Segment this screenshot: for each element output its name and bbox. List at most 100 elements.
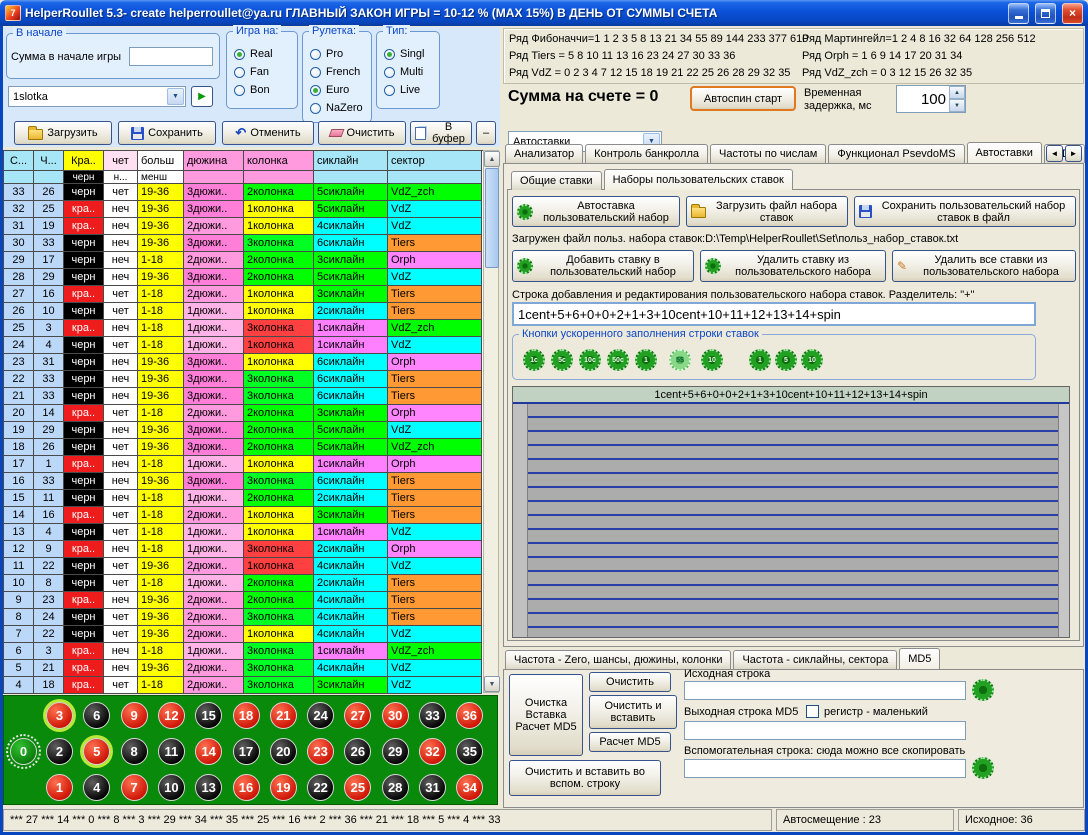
- quick-chip-10[interactable]: 10: [701, 349, 723, 371]
- board-number-17[interactable]: 17: [233, 738, 260, 765]
- radio-singl[interactable]: Singl: [377, 45, 439, 63]
- freqtab-md5[interactable]: MD5: [899, 648, 940, 669]
- delete-bet-button[interactable]: Удалить ставку из пользовательского набо…: [700, 250, 886, 282]
- table-row[interactable]: 521кра..неч19-362дюжи..3колонка4сиклайнV…: [4, 660, 483, 677]
- md5-clear-paste-calc-button[interactable]: Очистка Вставка Расчет MD5: [509, 674, 583, 756]
- bets-list-row[interactable]: [513, 544, 1069, 558]
- spinner-up-button[interactable]: ▲: [949, 86, 965, 99]
- md5-clear-and-paste-button[interactable]: Очистить и вставить: [589, 695, 677, 729]
- helper-copy-chip-button[interactable]: [972, 757, 994, 779]
- board-number-30[interactable]: 30: [382, 702, 409, 729]
- table-row[interactable]: 2233черннеч19-363дюжи..3колонка6сиклайнT…: [4, 371, 483, 388]
- tabs-scroll-right-button[interactable]: ►: [1065, 145, 1082, 162]
- board-number-23[interactable]: 23: [307, 738, 334, 765]
- column-header[interactable]: сиклайн: [314, 151, 388, 171]
- scroll-down-button[interactable]: ▼: [484, 676, 500, 692]
- bets-list-row[interactable]: [513, 432, 1069, 446]
- board-number-2[interactable]: 2: [46, 738, 73, 765]
- bets-list-row[interactable]: [513, 446, 1069, 460]
- quick-chip-5c[interactable]: 5c: [551, 349, 573, 371]
- table-row[interactable]: 1826чернчет19-363дюжи..2колонка5сиклайнV…: [4, 439, 483, 456]
- radio-nazero[interactable]: NaZero: [303, 99, 371, 117]
- minus-button[interactable]: –: [476, 121, 496, 145]
- board-number-28[interactable]: 28: [382, 774, 409, 801]
- quick-chip-1c[interactable]: 1c: [523, 349, 545, 371]
- table-row[interactable]: 1511черннеч1-181дюжи..2колонка2сиклайнTi…: [4, 490, 483, 507]
- bets-list-row[interactable]: [513, 418, 1069, 432]
- bets-list-row[interactable]: [513, 530, 1069, 544]
- table-scrollbar[interactable]: ▲ ▼: [483, 150, 499, 693]
- tab-контроль-банкролла[interactable]: Контроль банкролла: [585, 144, 708, 163]
- table-row[interactable]: 1416кра..чет1-182дюжи..1колонка3сиклайнT…: [4, 507, 483, 524]
- autobet-custom-set-button[interactable]: Автоставка пользовательский набор: [512, 196, 680, 227]
- md5-source-input[interactable]: [684, 681, 966, 700]
- md5-calc-button[interactable]: Расчет MD5: [589, 732, 671, 752]
- table-row[interactable]: 3326чернчет19-363дюжи..2колонка5сиклайнV…: [4, 184, 483, 201]
- quick-chip-10c[interactable]: 10c: [579, 349, 601, 371]
- board-number-33[interactable]: 33: [419, 702, 446, 729]
- clear-button[interactable]: Очистить: [318, 121, 406, 145]
- table-row[interactable]: 2610чернчет1-181дюжи..1колонка2сиклайнTi…: [4, 303, 483, 320]
- to-buffer-button[interactable]: В буфер: [410, 121, 472, 145]
- board-number-24[interactable]: 24: [307, 702, 334, 729]
- table-row[interactable]: 3033черннеч19-363дюжи..3колонка6сиклайнT…: [4, 235, 483, 252]
- column-header[interactable]: дюжина: [184, 151, 244, 171]
- bets-list-row[interactable]: [513, 614, 1069, 628]
- board-number-18[interactable]: 18: [233, 702, 260, 729]
- tab-частоты-по-числам[interactable]: Частоты по числам: [710, 144, 826, 163]
- table-row[interactable]: 824чернчет19-362дюжи..3колонка4сиклайнTi…: [4, 609, 483, 626]
- board-number-34[interactable]: 34: [456, 774, 483, 801]
- board-number-16[interactable]: 16: [233, 774, 260, 801]
- radio-real[interactable]: Real: [227, 45, 297, 63]
- maximize-button[interactable]: [1035, 3, 1056, 24]
- board-number-12[interactable]: 12: [158, 702, 185, 729]
- table-row[interactable]: 2716кра..чет1-182дюжи..1колонка3сиклайнT…: [4, 286, 483, 303]
- subtab-общие-ставки[interactable]: Общие ставки: [511, 171, 602, 190]
- tab-функционал-psevdoms[interactable]: Функционал PsevdoMS: [828, 144, 964, 163]
- board-number-5[interactable]: 5: [83, 738, 110, 765]
- board-number-3[interactable]: 3: [46, 702, 73, 729]
- column-header[interactable]: колонка: [244, 151, 314, 171]
- board-number-20[interactable]: 20: [270, 738, 297, 765]
- bets-list-row[interactable]: [513, 404, 1069, 418]
- tab-автоставки[interactable]: Автоставки: [967, 142, 1042, 163]
- scrollbar-thumb[interactable]: [485, 168, 499, 268]
- add-bet-button[interactable]: Добавить ставку в пользовательский набор: [512, 250, 694, 282]
- board-number-14[interactable]: 14: [195, 738, 222, 765]
- undo-button[interactable]: ↶ Отменить: [222, 121, 314, 145]
- bets-list[interactable]: 1cent+5+6+0+0+2+1+3+10cent+10+11+12+13+1…: [512, 386, 1070, 638]
- column-header[interactable]: сектор: [388, 151, 482, 171]
- start-sum-input[interactable]: [129, 47, 213, 66]
- board-number-15[interactable]: 15: [195, 702, 222, 729]
- spinner-down-button[interactable]: ▼: [949, 99, 965, 112]
- board-number-4[interactable]: 4: [83, 774, 110, 801]
- table-row[interactable]: 253кра..неч1-181дюжи..3колонка1сиклайнVd…: [4, 320, 483, 337]
- md5-output-input[interactable]: [684, 721, 966, 740]
- chevron-down-icon[interactable]: ▼: [167, 88, 184, 105]
- quick-chip-5[interactable]: 5$: [669, 349, 691, 371]
- bets-list-row[interactable]: [513, 488, 1069, 502]
- board-number-9[interactable]: 9: [121, 702, 148, 729]
- bets-list-row[interactable]: [513, 572, 1069, 586]
- radio-euro[interactable]: Euro: [303, 81, 371, 99]
- load-button[interactable]: Загрузить: [14, 121, 112, 145]
- delete-all-bets-button[interactable]: ✎ Удалить все ставки из пользовательског…: [892, 250, 1076, 282]
- quick-chip-right-5[interactable]: 5: [775, 349, 797, 371]
- table-row[interactable]: 134чернчет1-181дюжи..1колонка1сиклайнVdZ: [4, 524, 483, 541]
- bets-list-row[interactable]: [513, 558, 1069, 572]
- board-number-25[interactable]: 25: [344, 774, 371, 801]
- md5-clear-button[interactable]: Очистить: [589, 672, 671, 692]
- board-number-31[interactable]: 31: [419, 774, 446, 801]
- board-number-6[interactable]: 6: [83, 702, 110, 729]
- column-header[interactable]: больш: [138, 151, 184, 171]
- table-row[interactable]: 2014кра..чет1-182дюжи..2колонка3сиклайнO…: [4, 405, 483, 422]
- table-row[interactable]: 722чернчет19-362дюжи..1колонка4сиклайнVd…: [4, 626, 483, 643]
- bets-list-row[interactable]: [513, 600, 1069, 614]
- tab-анализатор[interactable]: Анализатор: [505, 144, 583, 163]
- table-row[interactable]: 3225кра..неч19-363дюжи..1колонка5сиклайн…: [4, 201, 483, 218]
- radio-fan[interactable]: Fan: [227, 63, 297, 81]
- column-header[interactable]: С...: [4, 151, 34, 171]
- bets-list-row[interactable]: [513, 460, 1069, 474]
- board-number-21[interactable]: 21: [270, 702, 297, 729]
- quick-chip-right-10[interactable]: 10: [801, 349, 823, 371]
